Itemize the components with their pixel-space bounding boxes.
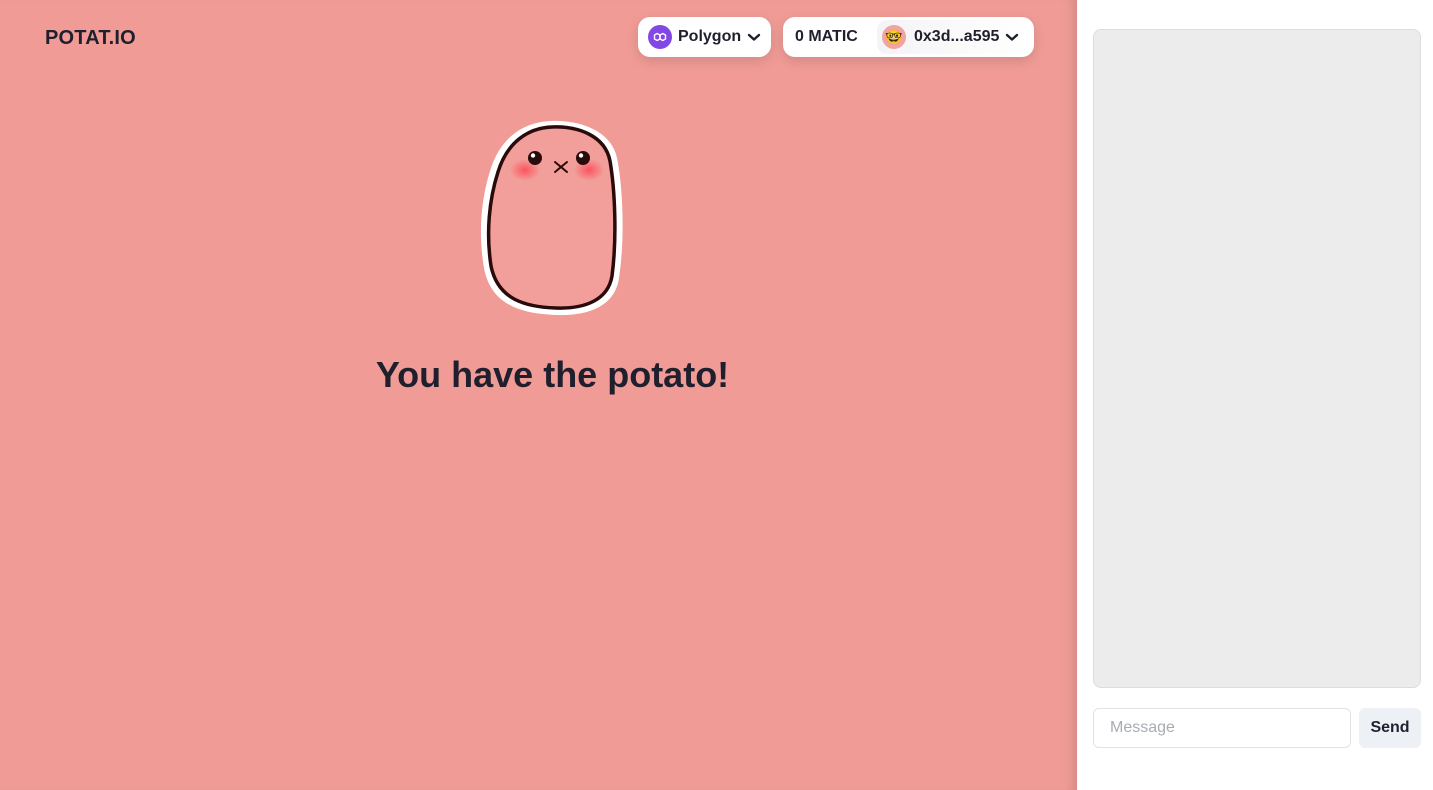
balance-display: 0 MATIC (795, 28, 858, 45)
polygon-icon (648, 25, 672, 49)
chevron-down-icon (747, 30, 761, 44)
message-input[interactable] (1093, 708, 1351, 748)
chat-message-list[interactable] (1093, 29, 1421, 688)
avatar: 🤓 (882, 25, 906, 49)
wallet-address: 0x3d...a595 (914, 28, 1000, 45)
account-box: 0 MATIC 🤓 0x3d...a595 (783, 17, 1034, 57)
chain-label: Polygon (678, 28, 742, 45)
chevron-down-icon (1005, 30, 1019, 44)
chain-selector-button[interactable]: Polygon (638, 17, 771, 57)
account-button[interactable]: 🤓 0x3d...a595 (877, 20, 1031, 54)
chat-sidebar: Send (1077, 0, 1433, 790)
potato-illustration (479, 118, 627, 318)
status-message: You have the potato! (375, 354, 730, 395)
app-root: POTAT.IO Polygon 0 MATIC 🤓 0x3d...a595 Y… (0, 0, 1433, 790)
app-logo[interactable]: POTAT.IO (45, 27, 136, 50)
send-button[interactable]: Send (1359, 708, 1421, 748)
game-panel: POTAT.IO Polygon 0 MATIC 🤓 0x3d...a595 Y… (0, 0, 1077, 790)
